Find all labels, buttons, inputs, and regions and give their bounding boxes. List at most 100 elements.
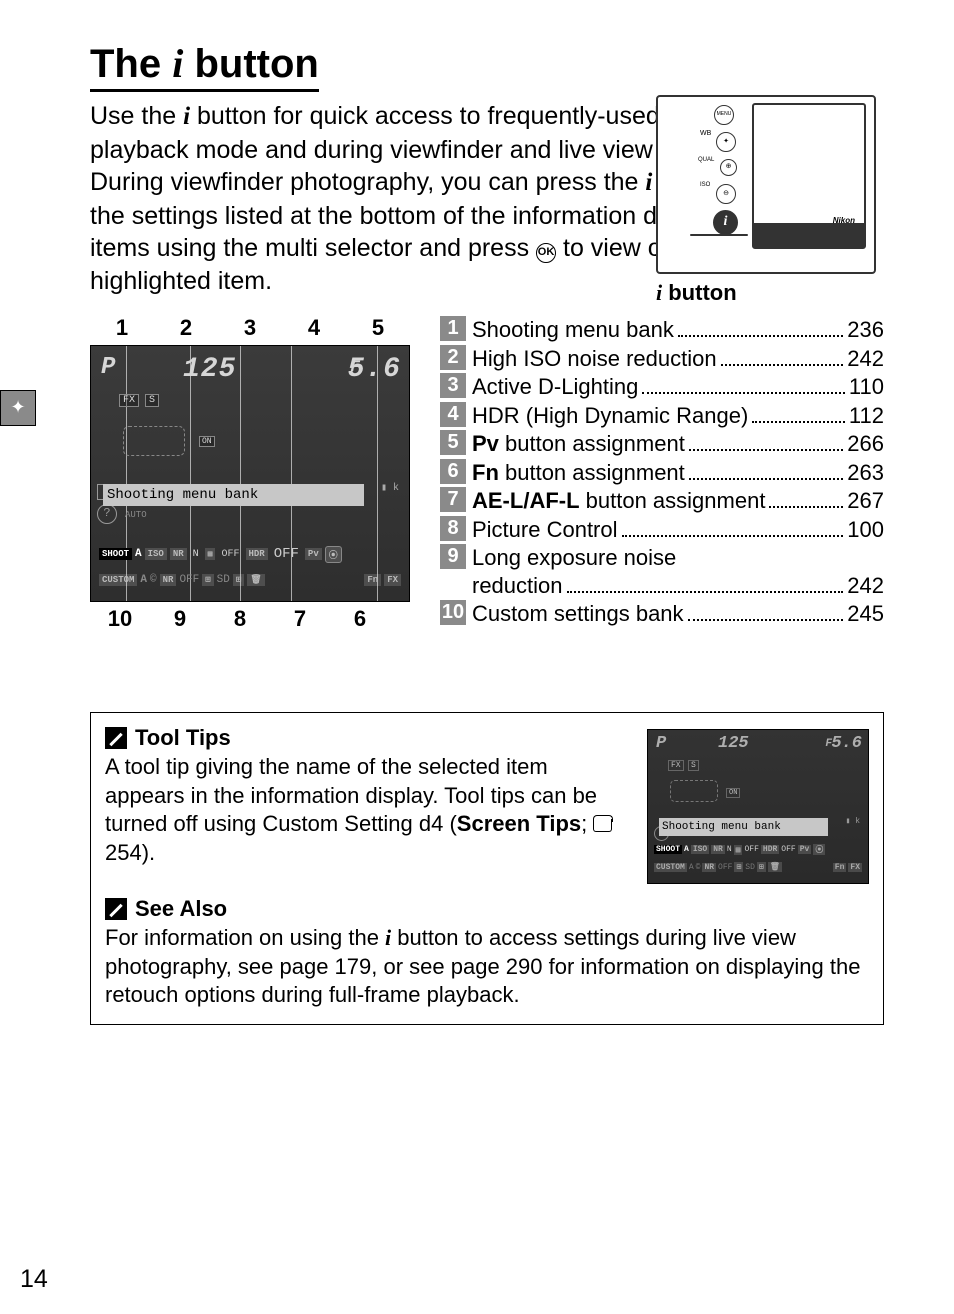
on-badge: ON — [199, 436, 215, 447]
ael-icon: ⦿ — [325, 546, 342, 563]
pic-icon: ⊞ — [233, 574, 244, 586]
mini-aperture: 5.6 — [831, 734, 862, 753]
callout: 8 — [210, 606, 270, 632]
mini-on: ON — [726, 788, 740, 798]
wb-button-icon: ✦ — [716, 132, 736, 152]
help-icon: ? — [97, 504, 117, 524]
callout: 5 — [346, 315, 410, 341]
mini-row-custom: CUSTOMA © NROFF ⊞SD ⊞ 🗑 Fn FX — [654, 862, 862, 872]
qual-label: QUAL — [698, 157, 714, 163]
sd-label: SD — [217, 574, 230, 586]
bank-a2: A — [140, 574, 147, 586]
mini-k: ▮ k — [846, 816, 860, 826]
camera-caption: i button — [656, 280, 876, 306]
callout: 6 — [330, 606, 390, 632]
list-item: 1Shooting menu bank236 — [440, 316, 884, 344]
pv-tag: Pv — [305, 548, 322, 560]
fn-tag: Fn — [364, 574, 381, 586]
pencil-icon — [105, 898, 127, 920]
list-item: 6Fn button assignment263 — [440, 459, 884, 487]
brand-label: Nikon — [833, 216, 855, 225]
mini-shutter: 125 — [718, 734, 749, 753]
list-item: 8Picture Control100 — [440, 516, 884, 544]
lcd-row-shoot: SHOOT A ISONR N ▦OFF HDR OFF Pv ⦿ — [99, 542, 401, 566]
list-item: 9Long exposure noise — [440, 544, 884, 572]
callout: 9 — [150, 606, 210, 632]
callout: 10 — [90, 606, 150, 632]
fx2-tag: FX — [384, 574, 401, 586]
side-tab-icon: ✦ — [0, 390, 36, 426]
list-item: 4HDR (High Dynamic Range)112 — [440, 402, 884, 430]
tool-tips-body: A tool tip giving the name of the select… — [105, 753, 631, 867]
see-also-body: For information on using the i button to… — [105, 924, 869, 1010]
callouts-bottom: 10 9 8 7 6 — [90, 606, 390, 632]
mini-meter — [670, 780, 718, 802]
trash-icon: 🗑 — [247, 574, 264, 586]
copyright-icon: © — [150, 574, 157, 586]
fx-badge: FX — [119, 394, 139, 407]
page-number: 14 — [20, 1265, 48, 1294]
hdr-off: OFF — [271, 546, 302, 562]
bank-a: A — [135, 548, 142, 560]
title-prefix: The — [90, 42, 172, 86]
callout: 2 — [154, 315, 218, 341]
mid-section: 1 2 3 4 5 P 125 F 5.6 FX S ON ? Sho — [90, 315, 884, 632]
callout: 7 — [270, 606, 330, 632]
title-suffix: button — [183, 42, 319, 86]
camera-body: MENU WB ✦ QUAL ⊕ ISO ⊖ i Nikon — [656, 95, 876, 274]
custom-tag: CUSTOM — [99, 574, 137, 586]
aperture: 5.6 — [348, 354, 401, 385]
callout: 3 — [218, 315, 282, 341]
manual-page: The i button MENU WB ✦ QUAL ⊕ ISO ⊖ i Ni… — [0, 0, 954, 1314]
off2: OFF — [179, 574, 199, 586]
hdr-tag: HDR — [246, 548, 268, 560]
iso-label: ISO — [700, 182, 710, 188]
camera-diagram: MENU WB ✦ QUAL ⊕ ISO ⊖ i Nikon i button — [656, 95, 876, 306]
list-item: 3Active D-Lighting110 — [440, 373, 884, 401]
title-i-glyph: i — [172, 41, 183, 86]
iso-tag: ISO — [145, 548, 167, 560]
i-button-icon: i — [713, 210, 738, 235]
callouts-top: 1 2 3 4 5 — [90, 315, 410, 341]
page-title: The i button — [90, 40, 319, 92]
callout: 1 — [90, 315, 154, 341]
mini-lcd: P 125 F 5.6 FX S ON ? Shooting menu bank… — [647, 729, 869, 884]
nr-tag: NR — [170, 548, 187, 560]
adl-off: OFF — [218, 549, 242, 560]
auto-label: AUTO — [125, 510, 147, 520]
n-label: N — [190, 549, 202, 560]
lcd-column: 1 2 3 4 5 P 125 F 5.6 FX S ON ? Sho — [90, 315, 410, 632]
mini-tooltip: Shooting menu bank — [659, 818, 828, 836]
menu-button-icon: MENU — [714, 105, 734, 125]
see-also-heading: See Also — [105, 896, 869, 922]
wb-label: WB — [700, 130, 711, 137]
ok-icon: OK — [536, 243, 556, 263]
mode-indicator: P — [101, 354, 116, 381]
s-badge: S — [145, 394, 159, 407]
mini-mode: P — [656, 734, 666, 753]
shutter-speed: 125 — [183, 354, 236, 385]
qual-button-icon: ⊕ — [720, 159, 737, 176]
tool-tips-heading: Tool Tips — [105, 725, 631, 751]
shoot-tag: SHOOT — [99, 548, 132, 560]
nr2-tag: NR — [160, 574, 177, 586]
list-item-subline: reduction242 — [472, 573, 884, 599]
pencil-icon — [105, 727, 127, 749]
mini-s: S — [688, 760, 699, 771]
feature-list: 1Shooting menu bank236 2High ISO noise r… — [440, 315, 884, 632]
divider — [690, 234, 748, 236]
list-item: 10Custom settings bank245 — [440, 600, 884, 628]
lcd-display: P 125 F 5.6 FX S ON ? Shooting menu bank… — [90, 345, 410, 602]
list-item: 7AE-L/AF-L button assignment267 — [440, 487, 884, 515]
book-icon — [593, 819, 612, 832]
caption-text: button — [662, 280, 737, 305]
mini-fx: FX — [668, 760, 684, 771]
k-label: ▮ k — [381, 482, 399, 494]
tool-tips-box: Tool Tips A tool tip giving the name of … — [90, 712, 884, 1025]
list-item: 5Pv button assignment266 — [440, 430, 884, 458]
lcd-row-custom: CUSTOM A © NROFF ⊞SD ⊞ 🗑 Fn FX — [99, 568, 401, 592]
iso-button-icon: ⊖ — [716, 184, 736, 204]
meter-icon — [123, 426, 185, 456]
lcd-tooltip: Shooting menu bank — [103, 484, 364, 506]
mini-row-shoot: SHOOTA ISONR N ▦OFF HDROFF Pv ⦿ — [654, 844, 862, 855]
